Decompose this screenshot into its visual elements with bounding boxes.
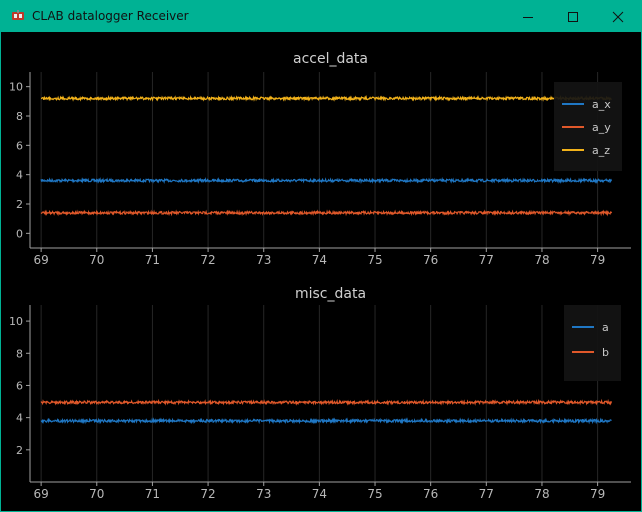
close-icon [612,11,624,23]
y-tick-label: 4 [16,412,23,425]
x-tick-label: 77 [479,487,494,499]
legend-label: a [602,321,609,334]
x-tick-label: 72 [200,253,215,264]
legend: a_x a_y a_z [554,82,622,171]
series-line-a [40,417,612,425]
app-window: CLAB datalogger Receiver accel_data 69 70 7… [0,0,642,512]
y-tick-label: 8 [16,347,23,360]
chart-title: misc_data [295,286,366,302]
y-tick-label: 10 [9,315,23,328]
y-tick-label: 4 [16,169,23,182]
misc-data-plot[interactable]: misc_data 69 70 71 72 73 74 75 76 77 78 79 2 4 6 8 10 ab [1,267,641,499]
x-tick-label: 70 [89,487,104,499]
series-line-a-y [40,209,613,217]
legend-label: b [602,346,609,359]
x-tick-label: 76 [423,253,438,264]
y-tick-label: 2 [16,444,23,457]
window-title: CLAB datalogger Receiver [32,9,189,23]
x-tick-label: 77 [479,253,494,264]
x-tick-label: 69 [33,253,48,264]
x-tick-label: 74 [312,253,327,264]
x-tick-label: 73 [256,487,271,499]
x-tick-label: 79 [590,253,605,264]
y-tick-label: 10 [9,81,23,94]
legend: ab [564,305,621,381]
y-tick-label: 6 [16,139,23,152]
legend-box [564,305,621,381]
x-tick-label: 71 [145,487,160,499]
y-tick-label: 2 [16,198,23,211]
x-tick-label: 76 [423,487,438,499]
x-tick-label: 73 [256,253,271,264]
maximize-icon [568,12,578,22]
y-tick-label: 8 [16,110,23,123]
maximize-button[interactable] [550,1,596,32]
series-line-b [40,398,613,406]
x-tick-label: 78 [534,487,549,499]
x-tick-label: 78 [534,253,549,264]
y-tick-label: 6 [16,379,23,392]
x-tick-label: 75 [367,253,382,264]
accel-data-plot[interactable]: accel_data 69 70 71 72 73 74 75 76 77 78 79 0 2 4 6 8 10 a… [1,32,641,264]
x-tick-label: 74 [312,487,327,499]
series-line-a-x [40,176,613,185]
minimize-icon [523,17,533,18]
legend-label: a_y [592,121,611,134]
x-tick-label: 72 [200,487,215,499]
app-logo-icon [12,10,24,20]
title-bar[interactable]: CLAB datalogger Receiver [1,1,641,32]
x-tick-label: 70 [89,253,104,264]
close-button[interactable] [595,1,641,32]
series-line-a-z [41,94,612,102]
x-tick-label: 79 [590,487,605,499]
y-tick-label: 0 [16,227,23,240]
x-tick-label: 75 [367,487,382,499]
chart-title: accel_data [293,51,368,67]
x-tick-label: 69 [33,487,48,499]
x-tick-label: 71 [145,253,160,264]
legend-label: a_x [592,98,611,111]
minimize-button[interactable] [505,1,551,32]
legend-label: a_z [592,144,610,157]
